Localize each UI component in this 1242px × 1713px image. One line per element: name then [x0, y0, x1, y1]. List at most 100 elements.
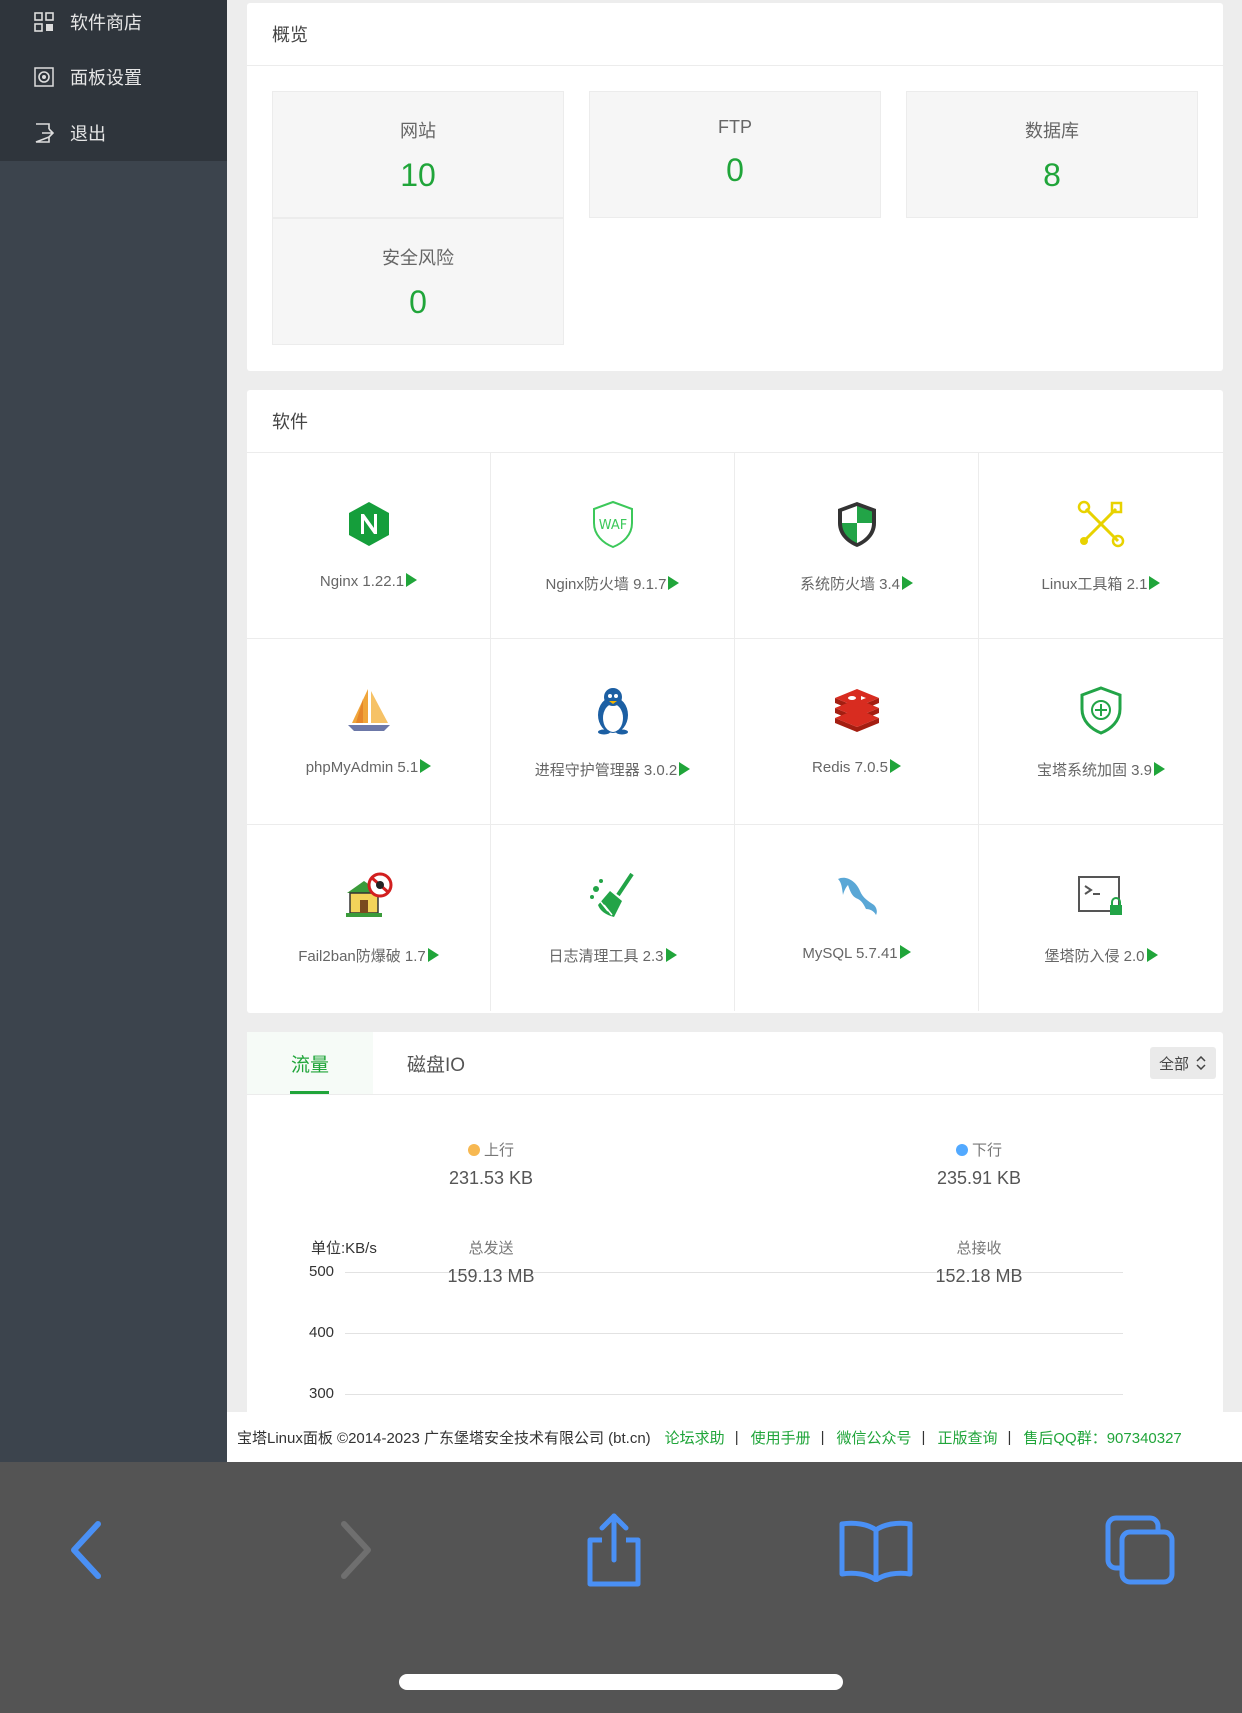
overview-card-websites[interactable]: 网站 10 [272, 91, 564, 218]
software-item-label: 宝塔系统加固 3.9 [979, 759, 1223, 780]
upload-dot-icon [467, 1143, 480, 1156]
sidebar-item-label: 软件商店 [70, 13, 142, 33]
software-item-label: Fail2ban防爆破 1.7 [247, 945, 490, 966]
overview-card-label: 安全风险 [382, 248, 454, 268]
chart-gridline [345, 1333, 1123, 1334]
software-item-label: Redis 7.0.5 [735, 759, 978, 776]
software-item-fail2ban[interactable]: Fail2ban防爆破 1.7 [247, 825, 491, 1011]
tabs-button[interactable] [1100, 1510, 1180, 1590]
play-triangle-icon [668, 576, 680, 590]
chevron-left-icon [71, 1521, 101, 1579]
total-recv-value: 152.18 MB [935, 1266, 1023, 1286]
software-item-label: Nginx防火墙 9.1.7 [491, 573, 734, 594]
footer-copyright: 宝塔Linux面板 ©2014-2023 广东堡塔安全技术有限公司 (bt.cn… [237, 1429, 651, 1447]
sidebar-item-label: 面板设置 [70, 68, 142, 88]
software-item-label: 系统防火墙 3.4 [735, 573, 978, 594]
total-recv-stat: 总接收 152.18 MB [879, 1237, 1079, 1287]
share-icon [587, 1513, 641, 1587]
overview-card-label: 网站 [400, 121, 436, 141]
play-triangle-icon [420, 759, 432, 773]
chart-unit-label: 单位:KB/s [311, 1240, 377, 1257]
overview-card-value: 8 [1043, 157, 1061, 193]
network-select[interactable]: 全部 [1150, 1047, 1216, 1079]
home-indicator [399, 1674, 843, 1690]
software-item-linux-toolbox[interactable]: Linux工具箱 2.1 [979, 453, 1223, 639]
overview-panel: 概览 网站 10 FTP 0 数据库 8 安全风险 0 [247, 3, 1223, 371]
total-sent-label: 总发送 [468, 1240, 514, 1257]
gear-icon [34, 67, 54, 87]
nginx-icon [349, 502, 389, 546]
mysql-dolphin-icon [838, 877, 877, 915]
software-item-nginx[interactable]: Nginx 1.22.1 [247, 453, 491, 639]
sidebar: 软件商店 面板设置 退出 [0, 0, 227, 1462]
software-item-label: Nginx 1.22.1 [247, 573, 490, 590]
footer-link-qq-group[interactable]: 售后QQ群：907340327 [1023, 1427, 1181, 1448]
play-triangle-icon [1154, 762, 1166, 776]
bookmarks-button[interactable] [836, 1510, 916, 1590]
fail2ban-house-icon [346, 872, 393, 917]
download-dot-icon [955, 1143, 968, 1156]
footer-link-forum[interactable]: 论坛求助 [665, 1427, 725, 1448]
chevron-right-icon [341, 1521, 371, 1579]
software-item-label: phpMyAdmin 5.1 [247, 759, 490, 776]
download-stat: 下行 235.91 KB [879, 1139, 1079, 1189]
software-panel: 软件 Nginx 1.22.1 WAF Nginx防火墙 9.1.7 系统防火墙… [247, 390, 1223, 1013]
shield-plus-icon [1080, 686, 1122, 735]
total-sent-value: 159.13 MB [447, 1266, 535, 1286]
svg-text:WAF: WAF [599, 518, 628, 533]
play-triangle-icon [665, 948, 677, 962]
waf-shield-icon: WAF [593, 500, 633, 549]
terminal-lock-icon [1078, 876, 1122, 915]
footer-link-wechat[interactable]: 微信公众号 [837, 1427, 912, 1448]
footer-link-manual[interactable]: 使用手册 [751, 1427, 811, 1448]
tab-traffic[interactable]: 流量 [247, 1032, 373, 1094]
tabs-icon [1105, 1515, 1175, 1585]
overview-card-ftp[interactable]: FTP 0 [589, 91, 881, 218]
software-item-intrusion-prevention[interactable]: 堡塔防入侵 2.0 [979, 825, 1223, 1011]
software-item-phpmyadmin[interactable]: phpMyAdmin 5.1 [247, 639, 491, 825]
forward-button[interactable] [316, 1510, 396, 1590]
phpmyadmin-sailboat-icon [348, 689, 390, 731]
sidebar-item-store[interactable]: 软件商店 [0, 0, 227, 44]
book-icon [839, 1520, 913, 1582]
firewall-shield-icon [838, 502, 876, 547]
footer-separator: | [734, 1428, 739, 1446]
software-item-nginx-waf[interactable]: WAF Nginx防火墙 9.1.7 [491, 453, 735, 639]
download-value: 235.91 KB [936, 1168, 1022, 1188]
software-item-system-firewall[interactable]: 系统防火墙 3.4 [735, 453, 979, 639]
redis-icon [835, 689, 879, 732]
sidebar-item-logout[interactable]: 退出 [0, 111, 227, 155]
play-triangle-icon [1149, 576, 1161, 590]
overview-card-value: 10 [400, 157, 436, 193]
software-item-process-guard[interactable]: 进程守护管理器 3.0.2 [491, 639, 735, 825]
chart-ytick-500: 500 [309, 1263, 335, 1280]
download-label: 下行 [971, 1142, 1002, 1159]
software-item-log-cleaner[interactable]: 日志清理工具 2.3 [491, 825, 735, 1011]
overview-card-database[interactable]: 数据库 8 [906, 91, 1198, 218]
overview-card-security-risk[interactable]: 安全风险 0 [272, 218, 564, 345]
total-recv-label: 总接收 [956, 1240, 1002, 1257]
footer-link-verify[interactable]: 正版查询 [937, 1427, 997, 1448]
total-sent-stat: 总发送 159.13 MB [391, 1237, 591, 1287]
grid-store-icon [34, 12, 54, 32]
software-item-redis[interactable]: Redis 7.0.5 [735, 639, 979, 825]
sidebar-menu: 软件商店 面板设置 退出 [0, 0, 227, 161]
share-button[interactable] [574, 1510, 654, 1590]
play-triangle-icon [1146, 948, 1158, 962]
back-button[interactable] [46, 1510, 126, 1590]
sidebar-item-settings[interactable]: 面板设置 [0, 55, 227, 99]
software-item-mysql[interactable]: MySQL 5.7.41 [735, 825, 979, 1011]
software-item-system-hardening[interactable]: 宝塔系统加固 3.9 [979, 639, 1223, 825]
penguin-icon [598, 688, 628, 735]
upload-value: 231.53 KB [448, 1168, 534, 1188]
footer: 宝塔Linux面板 ©2014-2023 广东堡塔安全技术有限公司 (bt.cn… [227, 1412, 1242, 1462]
play-triangle-icon [889, 759, 901, 773]
overview-card-value: 0 [726, 152, 744, 188]
tab-disk-io[interactable]: 磁盘IO [373, 1032, 499, 1094]
toolbox-icon [1077, 500, 1125, 548]
upload-stat: 上行 231.53 KB [391, 1139, 591, 1189]
software-grid: Nginx 1.22.1 WAF Nginx防火墙 9.1.7 系统防火墙 3.… [247, 453, 1223, 1013]
software-item-label: 堡塔防入侵 2.0 [979, 945, 1223, 966]
chart-ytick-300: 300 [309, 1385, 335, 1402]
software-title: 软件 [247, 390, 1223, 453]
